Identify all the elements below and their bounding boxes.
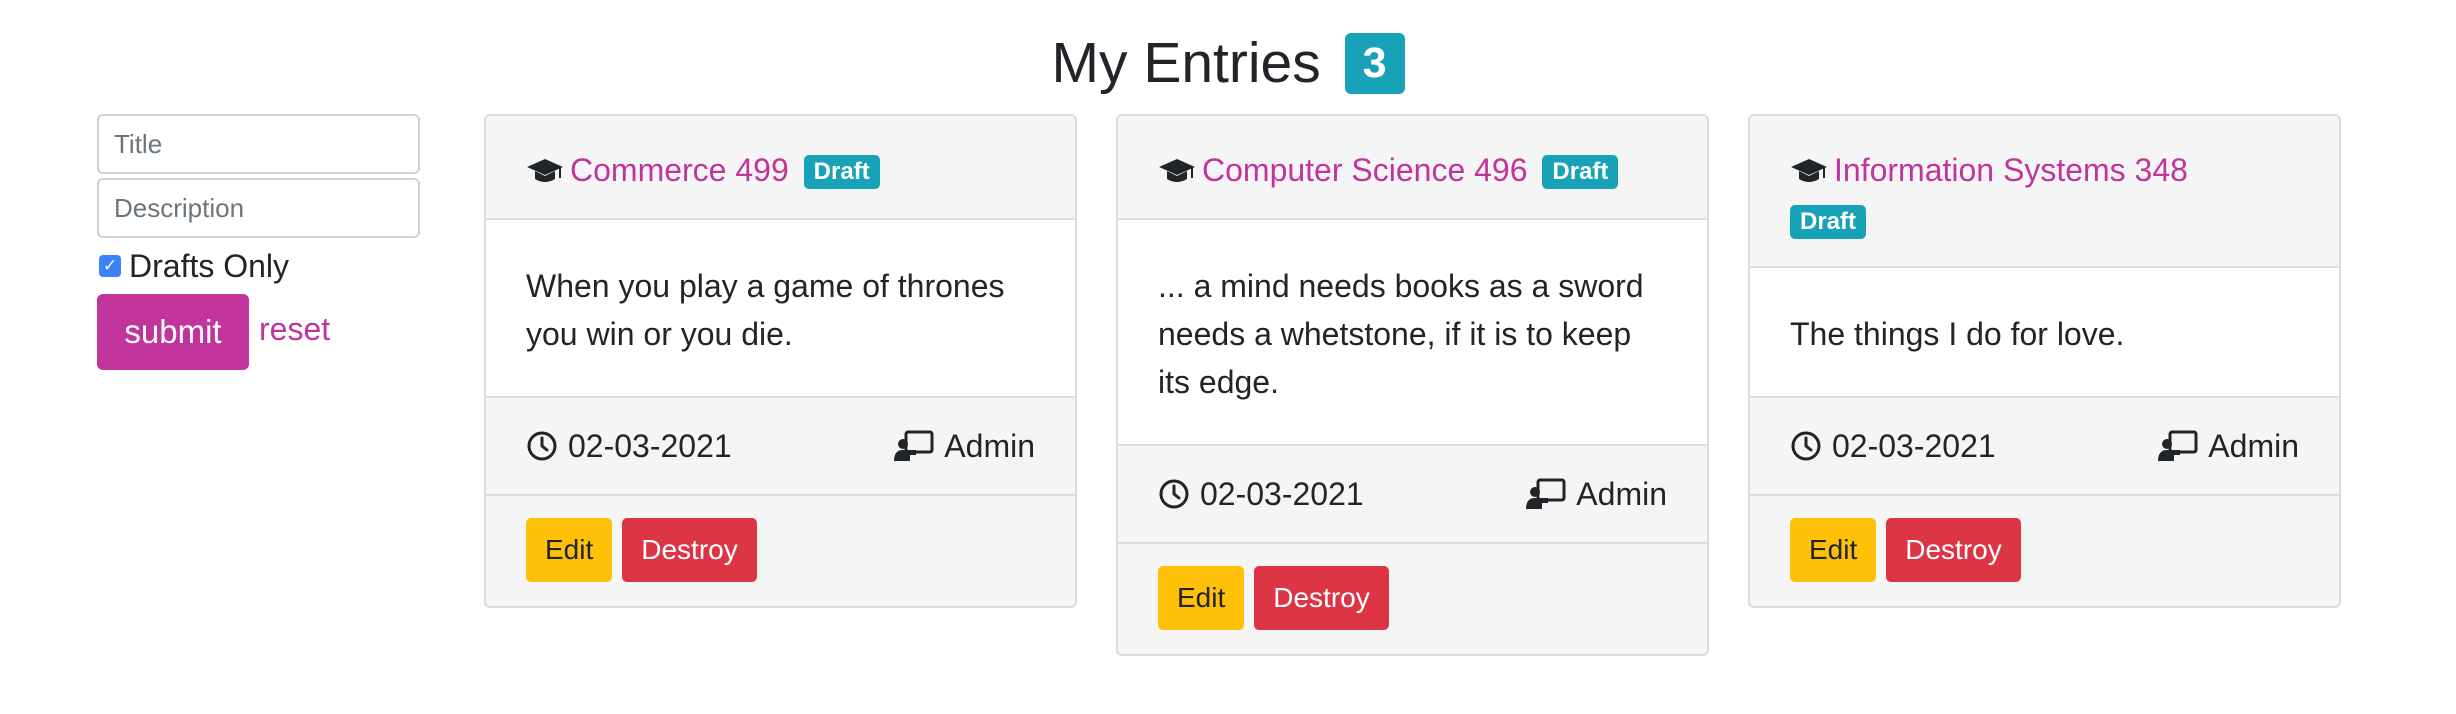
entry-date-text: 02-03-2021 [1200, 475, 1364, 512]
entry-author: Admin [894, 428, 1035, 465]
graduation-cap-icon [526, 148, 570, 196]
page-title-text: My Entries [1051, 31, 1321, 95]
entry-date: 02-03-2021 [1158, 476, 1364, 513]
entry-date-text: 02-03-2021 [1832, 427, 1996, 464]
entry-card-header: Computer Science 496 Draft [1118, 116, 1707, 220]
page-title: My Entries 3 [0, 27, 2456, 99]
entry-body-text: ... a mind needs books as a sword needs … [1158, 268, 1644, 400]
title-input[interactable] [97, 114, 420, 174]
drafts-only-row: ✓ Drafts Only [97, 242, 420, 290]
destroy-button[interactable]: Destroy [1254, 566, 1389, 630]
entry-actions: Edit Destroy [1118, 544, 1707, 654]
entry-author-text: Admin [1576, 475, 1667, 512]
entry-actions: Edit Destroy [486, 496, 1075, 606]
destroy-button[interactable]: Destroy [622, 518, 757, 582]
entry-author: Admin [2158, 428, 2299, 465]
filter-form: ✓ Drafts Only submit reset [97, 114, 420, 370]
draft-badge: Draft [1542, 155, 1619, 189]
draft-badge: Draft [803, 155, 880, 189]
entry-date-text: 02-03-2021 [568, 427, 732, 464]
entry-card: Information Systems 348 Draft The things … [1748, 114, 2341, 608]
entry-author-text: Admin [944, 427, 1035, 464]
chalkboard-teacher-icon [2158, 430, 2198, 461]
draft-badge: Draft [1790, 205, 1867, 239]
entry-body: When you play a game of thrones you win … [486, 220, 1075, 398]
entries-count-badge: 3 [1344, 33, 1405, 94]
entry-card-header: Information Systems 348 Draft [1750, 116, 2339, 268]
entry-meta: 02-03-2021 Admin [486, 398, 1075, 496]
clock-icon [527, 431, 557, 461]
chalkboard-teacher-icon [894, 430, 934, 461]
entry-body-text: The things I do for love. [1790, 316, 2125, 352]
edit-button[interactable]: Edit [1790, 518, 1877, 582]
entry-date: 02-03-2021 [1790, 428, 1996, 465]
entry-author-text: Admin [2208, 427, 2299, 464]
entry-body-text: When you play a game of thrones you win … [526, 268, 1005, 352]
graduation-cap-icon [1158, 148, 1202, 196]
edit-button[interactable]: Edit [1158, 566, 1245, 630]
submit-button[interactable]: submit [97, 294, 249, 370]
edit-button[interactable]: Edit [526, 518, 613, 582]
entry-title-link[interactable]: Commerce 499 [570, 152, 789, 188]
chalkboard-teacher-icon [1526, 478, 1566, 509]
description-input[interactable] [97, 178, 420, 238]
entry-card-header: Commerce 499 Draft [486, 116, 1075, 220]
entry-title-link[interactable]: Computer Science 496 [1202, 152, 1528, 188]
entry-author: Admin [1526, 476, 1667, 513]
entry-meta: 02-03-2021 Admin [1118, 446, 1707, 544]
filter-actions: submit reset [97, 294, 420, 370]
entry-actions: Edit Destroy [1750, 496, 2339, 606]
clock-icon [1159, 479, 1189, 509]
reset-link[interactable]: reset [259, 311, 330, 348]
entry-title-link[interactable]: Information Systems 348 [1834, 152, 2188, 188]
drafts-only-label[interactable]: Drafts Only [129, 248, 289, 285]
entry-meta: 02-03-2021 Admin [1750, 398, 2339, 496]
graduation-cap-icon [1790, 148, 1834, 196]
entry-card: Computer Science 496 Draft ... a mind ne… [1116, 114, 1709, 656]
entry-card: Commerce 499 Draft When you play a game … [484, 114, 1077, 608]
clock-icon [1791, 431, 1821, 461]
entry-body: ... a mind needs books as a sword needs … [1118, 220, 1707, 446]
drafts-only-checkbox[interactable]: ✓ [99, 255, 121, 277]
destroy-button[interactable]: Destroy [1886, 518, 2021, 582]
entry-body: The things I do for love. [1750, 268, 2339, 398]
entry-date: 02-03-2021 [526, 428, 732, 465]
